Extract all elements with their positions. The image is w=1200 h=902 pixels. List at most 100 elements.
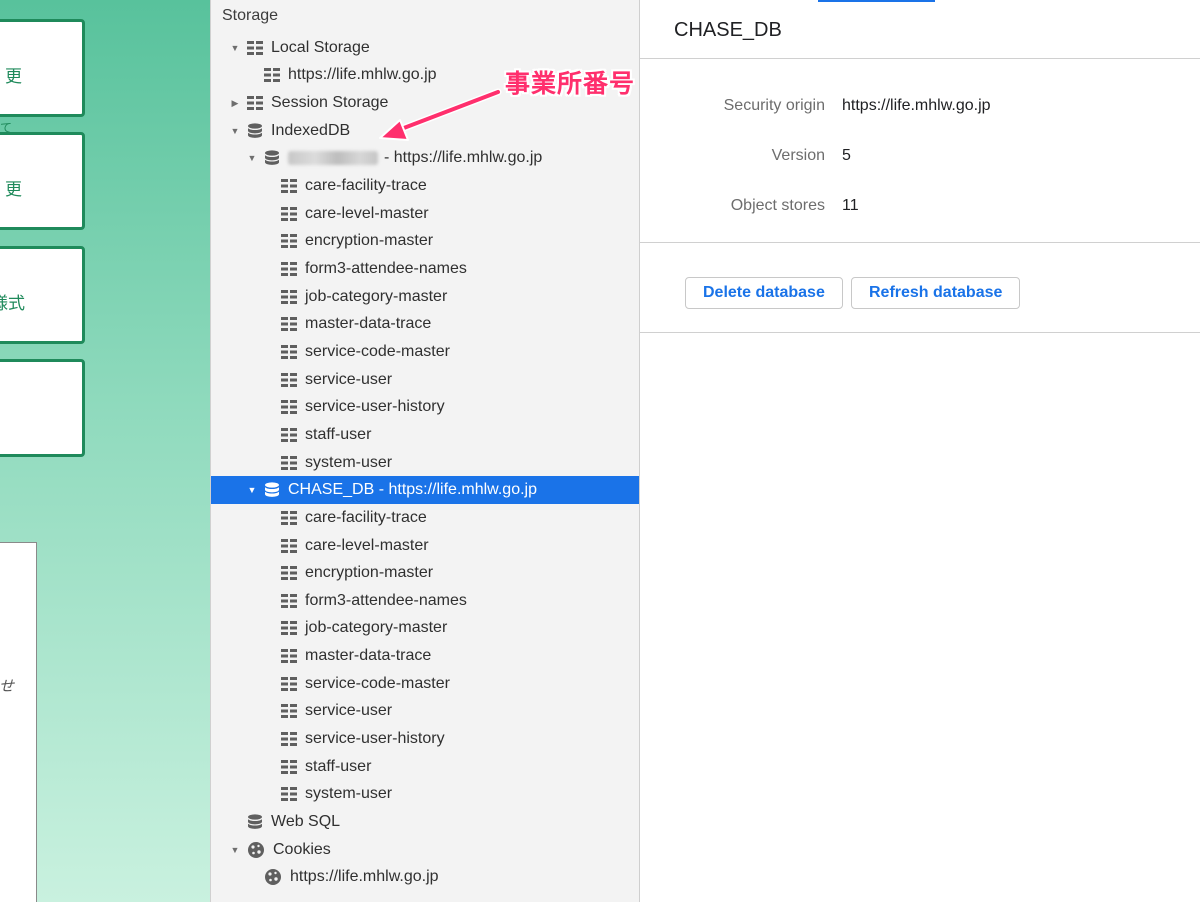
delete-database-button[interactable]: Delete database — [685, 277, 843, 309]
tree-item-label: care-facility-trace — [305, 177, 427, 195]
tree-item-label: form3-attendee-names — [305, 591, 467, 609]
tree-item-label: system-user — [305, 453, 393, 471]
grid-icon — [281, 593, 297, 608]
grid-icon — [281, 759, 297, 774]
tree-item[interactable]: service-user — [211, 698, 639, 726]
menu-card-label: 更 — [5, 67, 22, 87]
tree-item-label: encryption-master — [305, 232, 434, 250]
tree-item[interactable]: ▼ Cookies — [211, 836, 639, 864]
tab-indicator — [818, 0, 935, 2]
tree-item-label: CHASE_DB - https://life.mhlw.go.jp — [288, 481, 537, 499]
grid-icon — [281, 206, 297, 221]
grid-icon — [281, 566, 297, 581]
tree-item-label: Cookies — [273, 840, 331, 858]
grid-icon — [281, 676, 297, 691]
object-stores-value: 11 — [842, 197, 859, 214]
collapse-arrow-icon[interactable]: ▼ — [246, 153, 258, 163]
tree-item[interactable]: encryption-master — [211, 228, 639, 256]
tree-item-label: - https://life.mhlw.go.jp — [384, 149, 543, 167]
database-icon — [247, 814, 263, 830]
tree-item[interactable]: system-user — [211, 781, 639, 809]
grid-icon — [281, 234, 297, 249]
tree-item[interactable]: service-user-history — [211, 725, 639, 753]
tree-item[interactable]: Web SQL — [211, 808, 639, 836]
tree-item[interactable]: care-facility-trace — [211, 172, 639, 200]
tree-item-label: master-data-trace — [305, 315, 432, 333]
cookie-icon — [247, 841, 265, 859]
collapse-arrow-icon[interactable]: ▼ — [229, 43, 241, 53]
tree-item[interactable]: staff-user — [211, 753, 639, 781]
tree-item[interactable]: encryption-master — [211, 559, 639, 587]
tree-item[interactable]: form3-attendee-names — [211, 255, 639, 283]
grid-icon — [281, 179, 297, 194]
tree-item-label: care-level-master — [305, 204, 429, 222]
tree-item-label: encryption-master — [305, 564, 434, 582]
grid-icon — [281, 538, 297, 553]
menu-card-4[interactable] — [0, 359, 85, 457]
annotation-arrow-icon — [379, 88, 502, 141]
tree-item[interactable]: master-data-trace — [211, 642, 639, 670]
tree-item-label: job-category-master — [305, 619, 448, 637]
database-detail-panel: CHASE_DB Security origin https://life.mh… — [640, 0, 1200, 902]
annotation-label: 事業所番号 — [505, 69, 636, 98]
database-icon — [264, 482, 280, 498]
tree-item[interactable]: staff-user — [211, 421, 639, 449]
database-icon — [264, 150, 280, 166]
tree-item[interactable]: job-category-master — [211, 615, 639, 643]
tree-item-label: service-user-history — [305, 398, 445, 416]
expand-arrow-icon[interactable]: ▶ — [229, 98, 241, 109]
grid-icon — [281, 621, 297, 636]
collapse-arrow-icon[interactable]: ▼ — [229, 126, 241, 136]
tree-item-label: system-user — [305, 785, 393, 803]
tree-item-label: Web SQL — [271, 813, 341, 830]
security-origin-value: https://life.mhlw.go.jp — [842, 97, 991, 114]
menu-card-2[interactable]: 更 — [0, 132, 85, 230]
grid-icon — [264, 68, 280, 83]
tree-item-label: staff-user — [305, 757, 372, 775]
side-note-text: せ — [0, 677, 15, 695]
tree-item[interactable]: service-user-history — [211, 393, 639, 421]
tree-item[interactable]: https://life.mhlw.go.jp — [211, 864, 639, 892]
collapse-arrow-icon[interactable]: ▼ — [246, 485, 258, 495]
tree-item[interactable]: master-data-trace — [211, 311, 639, 339]
tree-item-label: Local Storage — [271, 38, 370, 56]
version-label: Version — [771, 147, 825, 164]
tree-item[interactable]: service-code-master — [211, 338, 639, 366]
menu-card-label: 様式 — [0, 294, 25, 314]
menu-card-3[interactable]: 様式 — [0, 246, 85, 344]
tree-item[interactable]: job-category-master — [211, 283, 639, 311]
redacted-database-name — [288, 151, 378, 166]
menu-card-1[interactable]: 更 — [0, 19, 85, 117]
object-stores-label: Object stores — [730, 197, 825, 214]
tree-item-label: service-user-history — [305, 730, 445, 748]
grid-icon — [281, 732, 297, 747]
tree-item-label: service-user — [305, 370, 393, 388]
divider — [640, 58, 1200, 59]
grid-icon — [281, 649, 297, 664]
tree-item[interactable]: care-level-master — [211, 532, 639, 560]
tree-item[interactable]: care-facility-trace — [211, 504, 639, 532]
tree-item[interactable]: ▼ CHASE_DB - https://life.mhlw.go.jp — [211, 476, 639, 505]
cookie-icon — [264, 868, 282, 886]
grid-icon — [281, 787, 297, 802]
divider — [640, 242, 1200, 243]
grid-icon — [281, 317, 297, 332]
grid-icon — [281, 427, 297, 442]
tree-item[interactable]: form3-attendee-names — [211, 587, 639, 615]
refresh-database-button[interactable]: Refresh database — [851, 277, 1021, 309]
tree-item[interactable]: service-code-master — [211, 670, 639, 698]
collapse-arrow-icon[interactable]: ▼ — [229, 845, 241, 855]
tree-item-label: care-level-master — [305, 536, 429, 554]
version-value: 5 — [842, 147, 851, 164]
tree-item[interactable]: service-user — [211, 366, 639, 394]
tree-item-label: IndexedDB — [271, 121, 351, 139]
tree-item[interactable]: ▼ Local Storage — [211, 34, 639, 62]
tree-item-label: form3-attendee-names — [305, 260, 467, 277]
grid-icon — [281, 455, 297, 470]
database-icon — [247, 123, 263, 139]
tree-item-label: service-code-master — [305, 674, 450, 692]
tree-item-label: job-category-master — [305, 287, 448, 305]
grid-icon — [281, 372, 297, 387]
tree-item[interactable]: care-level-master — [211, 200, 639, 228]
tree-item[interactable]: system-user — [211, 449, 639, 477]
